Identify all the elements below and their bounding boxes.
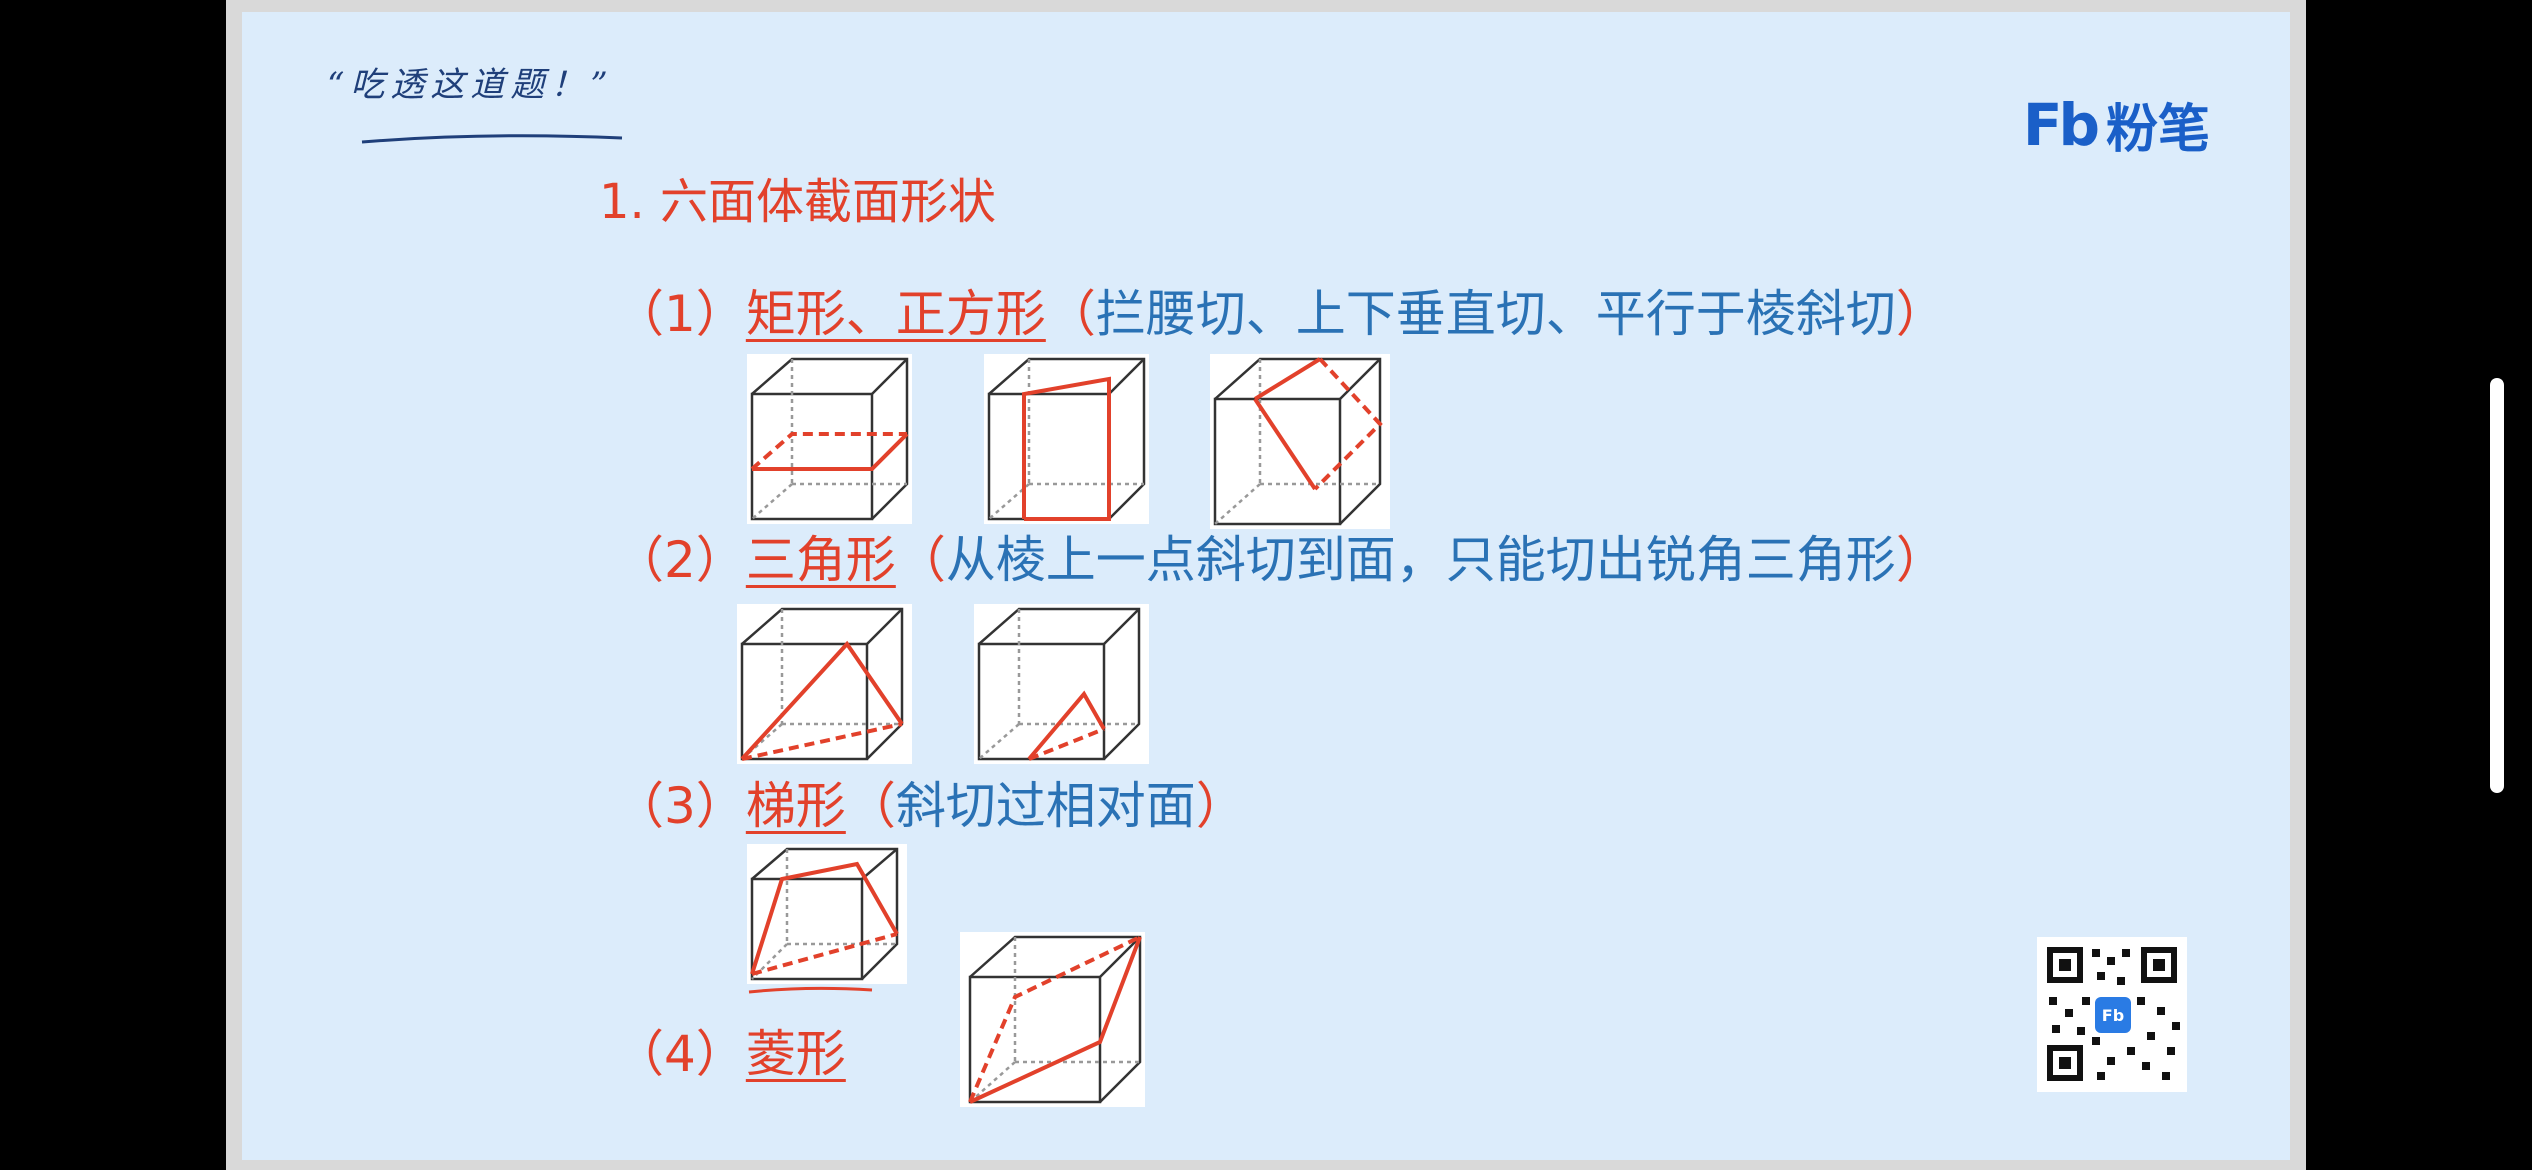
shape-description: 从棱上一点斜切到面，只能切出锐角三角形: [945, 531, 1896, 589]
cube-triangle-section-2: [974, 604, 1149, 764]
cube-rhombus-section: [960, 932, 1145, 1107]
logo-text: 粉笔: [2105, 100, 2210, 160]
paren-open: （: [845, 777, 896, 835]
qr-code-icon[interactable]: Fb: [2037, 937, 2187, 1092]
page-title: 1. 六面体截面形状: [599, 174, 997, 230]
row-number: （1）: [614, 285, 746, 343]
cube-vertical-section: [984, 354, 1149, 524]
slogan-underline: [361, 134, 623, 144]
row-number: （2）: [614, 531, 746, 589]
cube-trapezoid-section: [747, 844, 907, 984]
paren-close: ）: [1895, 285, 1946, 343]
paren-open: （: [1045, 285, 1096, 343]
brand-logo: Fb 粉笔: [2023, 87, 2210, 162]
cube-horizontal-section: [747, 354, 912, 524]
slide-frame: “吃透这道题！” Fb 粉笔 1. 六面体截面形状 （1）矩形、正方形（拦腰切、…: [226, 0, 2306, 1170]
shape-name: 三角形: [745, 531, 896, 589]
slogan-handwritten: “吃透这道题！”: [327, 65, 614, 105]
shape-name: 菱形: [745, 1025, 846, 1083]
row-triangle: （2）三角形（从棱上一点斜切到面，只能切出锐角三角形）: [614, 520, 1946, 592]
cube-triangle-section-1: [737, 604, 912, 764]
slide: “吃透这道题！” Fb 粉笔 1. 六面体截面形状 （1）矩形、正方形（拦腰切、…: [242, 12, 2290, 1160]
paren-open: （: [895, 531, 946, 589]
row-number: （4）: [614, 1025, 746, 1083]
scrollbar[interactable]: [2490, 378, 2504, 793]
logo-mark: Fb: [2022, 90, 2100, 159]
svg-text:Fb: Fb: [2102, 1006, 2124, 1025]
row-number: （3）: [614, 777, 746, 835]
cube-diagonal-section: [1210, 354, 1390, 529]
shape-name: 矩形、正方形: [745, 285, 1046, 343]
row-trapezoid: （3）梯形（斜切过相对面）: [614, 766, 1246, 838]
shape-description: 斜切过相对面: [895, 777, 1196, 835]
trapezoid-underline: [748, 986, 873, 994]
shape-description: 拦腰切、上下垂直切、平行于棱斜切: [1095, 285, 1896, 343]
row-rectangle: （1）矩形、正方形（拦腰切、上下垂直切、平行于棱斜切）: [614, 274, 1946, 346]
row-rhombus: （4）菱形: [614, 1014, 846, 1086]
shape-name: 梯形: [745, 777, 846, 835]
paren-close: ）: [1195, 777, 1246, 835]
paren-close: ）: [1895, 531, 1946, 589]
